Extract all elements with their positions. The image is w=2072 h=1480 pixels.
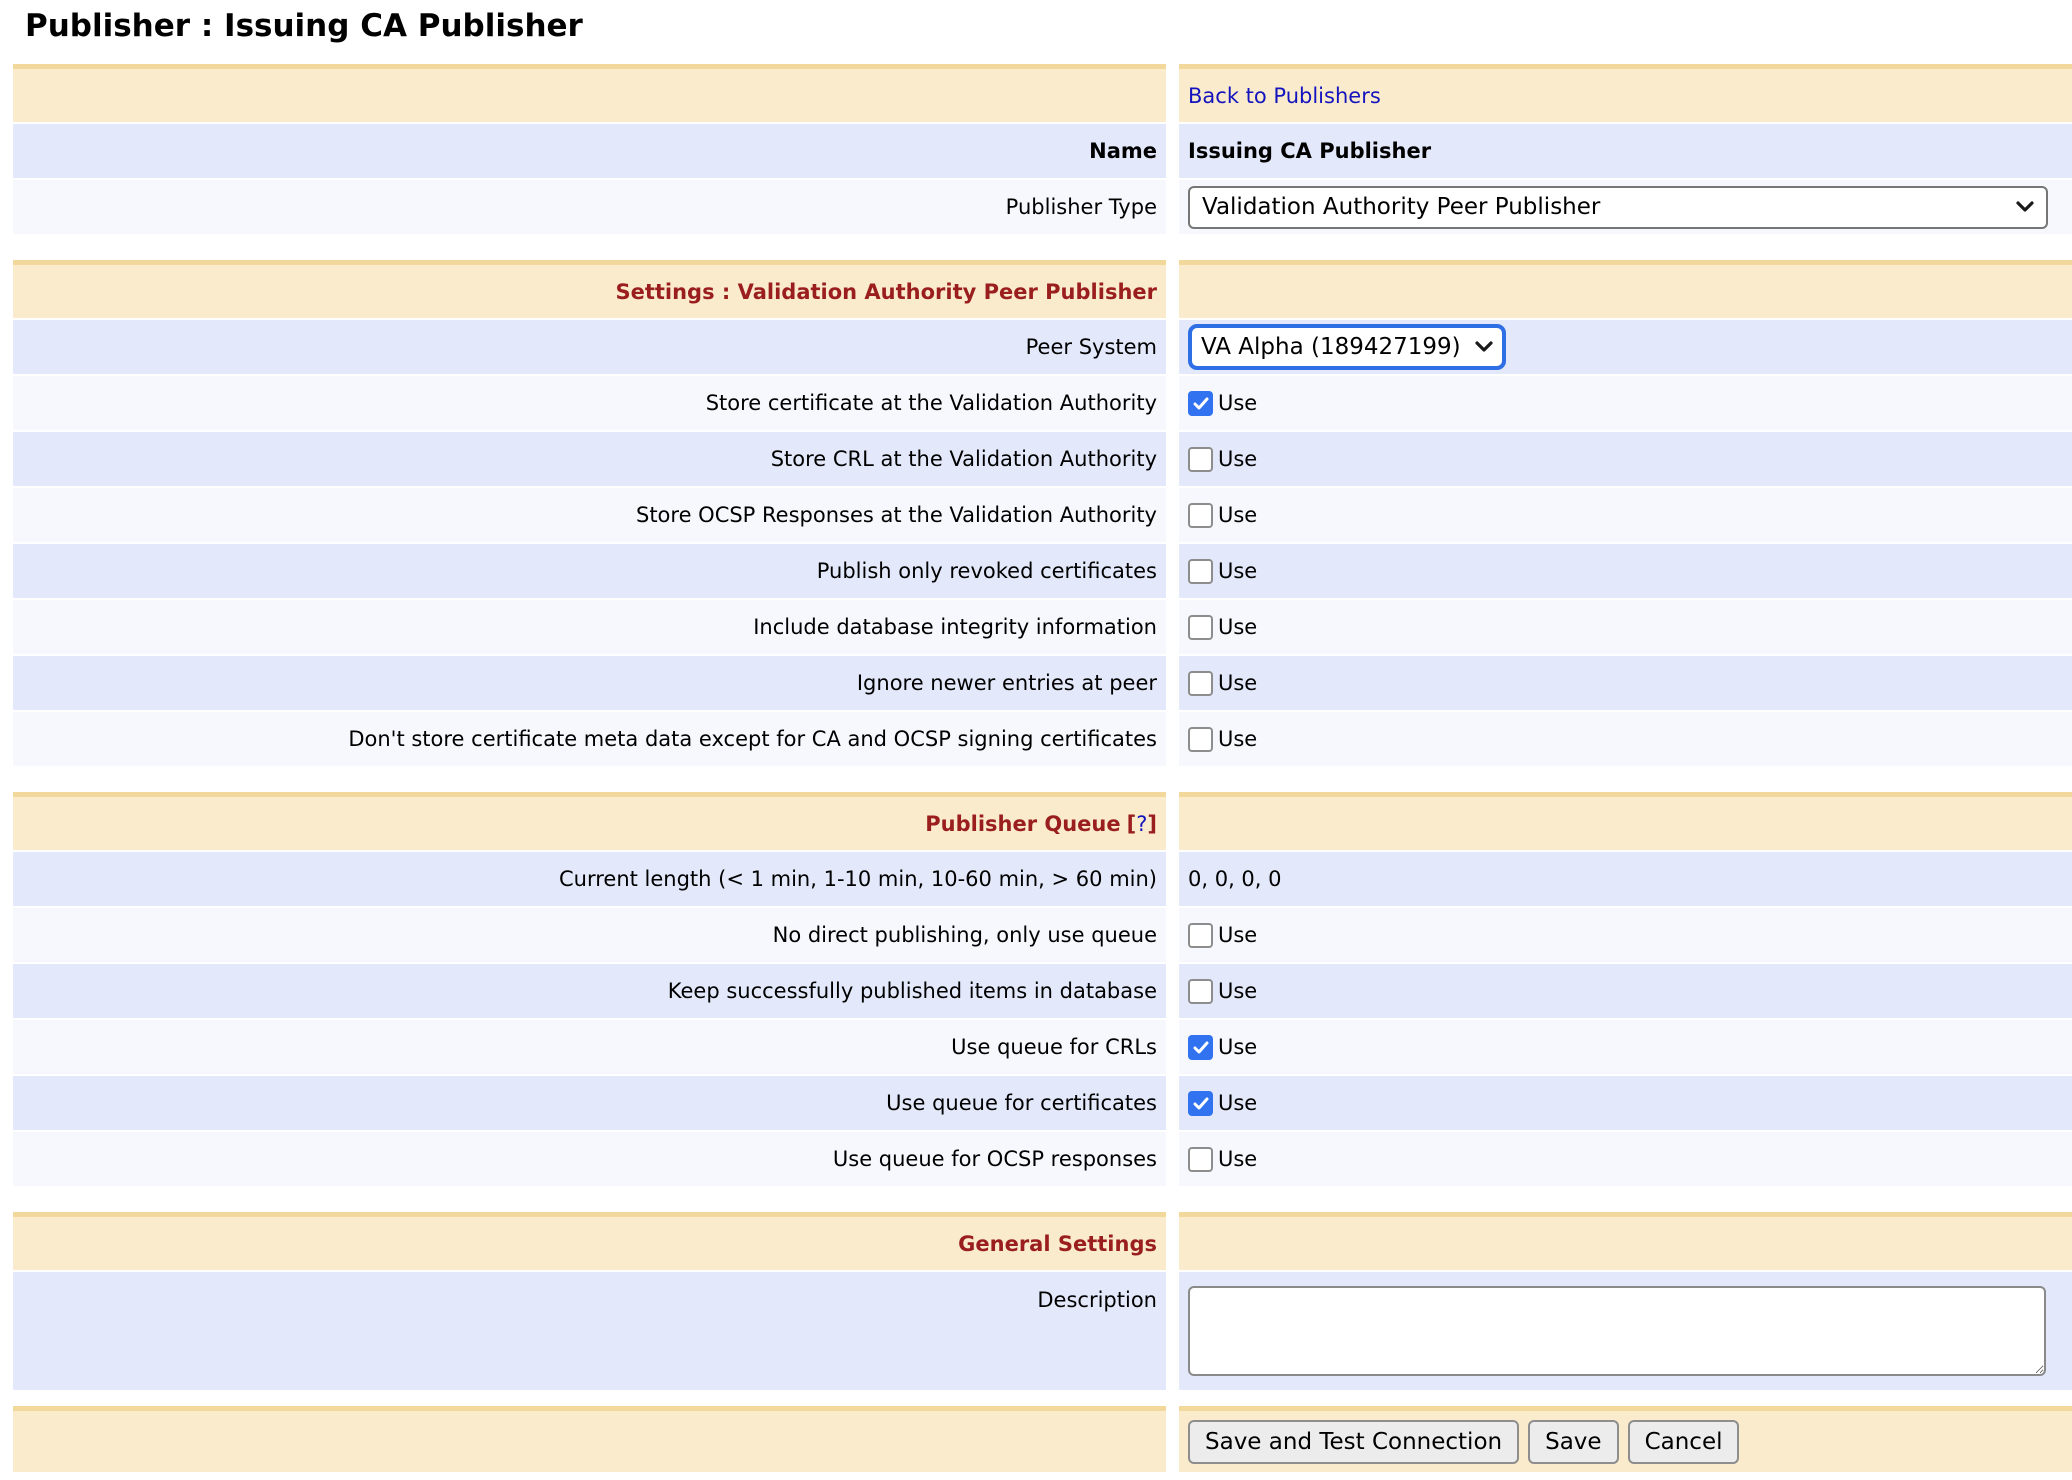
use-label: Use	[1218, 447, 1257, 471]
only-use-queue-checkbox[interactable]	[1188, 923, 1213, 948]
back-link-cell: Back to Publishers	[1179, 64, 2072, 122]
help-bracket-close: ]	[1147, 812, 1157, 836]
use-label: Use	[1218, 727, 1257, 751]
settings-section-header: Settings : Validation Authority Peer Pub…	[13, 260, 1166, 318]
dont-store-metadata-checkbox[interactable]	[1188, 727, 1213, 752]
use-label: Use	[1218, 1147, 1257, 1171]
option-cell: Use	[1179, 712, 2072, 766]
actions-spacer	[13, 1406, 1166, 1472]
queue-help-link[interactable]: ?	[1136, 812, 1147, 836]
use-label: Use	[1218, 979, 1257, 1003]
use-label: Use	[1218, 923, 1257, 947]
cancel-button[interactable]: Cancel	[1628, 1420, 1740, 1464]
option-cell: Use	[1179, 544, 2072, 598]
option-cell: Use	[1179, 964, 2072, 1018]
store-ocsp-checkbox[interactable]	[1188, 503, 1213, 528]
queue-for-crls-checkbox[interactable]	[1188, 1035, 1213, 1060]
name-value: Issuing CA Publisher	[1179, 124, 2072, 178]
option-cell: Use	[1179, 908, 2072, 962]
settings-table: Settings : Validation Authority Peer Pub…	[13, 260, 2072, 766]
publisher-type-label: Publisher Type	[13, 180, 1166, 234]
publisher-type-select[interactable]: Validation Authority Peer Publisher	[1188, 186, 2048, 229]
option-cell: Use	[1179, 1076, 2072, 1130]
description-label: Description	[13, 1272, 1166, 1390]
check-icon	[1193, 1041, 1209, 1054]
general-settings-header: General Settings	[13, 1212, 1166, 1270]
publisher-identity-table: Back to Publishers Name Issuing CA Publi…	[13, 64, 2072, 234]
store-crl-checkbox[interactable]	[1188, 447, 1213, 472]
use-label: Use	[1218, 503, 1257, 527]
description-textarea[interactable]	[1188, 1286, 2046, 1376]
peer-system-cell: VA Alpha (189427199)	[1179, 320, 2072, 374]
option-label: Store certificate at the Validation Auth…	[13, 376, 1166, 430]
chevron-down-icon	[1475, 341, 1493, 353]
option-label: Use queue for OCSP responses	[13, 1132, 1166, 1186]
actions-cell: Save and Test Connection Save Cancel	[1179, 1406, 2072, 1472]
option-label: Use queue for CRLs	[13, 1020, 1166, 1074]
publisher-queue-table: Publisher Queue [?] Current length (< 1 m…	[13, 792, 2072, 1186]
name-label: Name	[13, 124, 1166, 178]
db-integrity-checkbox[interactable]	[1188, 615, 1213, 640]
use-label: Use	[1218, 615, 1257, 639]
actions-table: Save and Test Connection Save Cancel	[13, 1406, 2072, 1472]
option-label: Use queue for certificates	[13, 1076, 1166, 1130]
general-settings-header-spacer	[1179, 1212, 2072, 1270]
use-label: Use	[1218, 559, 1257, 583]
settings-header-spacer	[1179, 260, 2072, 318]
keep-published-items-checkbox[interactable]	[1188, 979, 1213, 1004]
option-cell: Use	[1179, 600, 2072, 654]
save-button[interactable]: Save	[1528, 1420, 1618, 1464]
queue-header-text: Publisher Queue	[925, 812, 1120, 836]
option-cell: Use	[1179, 1020, 2072, 1074]
header-spacer	[13, 64, 1166, 122]
page-title: Publisher : Issuing CA Publisher	[25, 8, 2072, 44]
current-length-value: 0, 0, 0, 0	[1179, 852, 2072, 906]
queue-section-header: Publisher Queue [?]	[13, 792, 1166, 850]
use-label: Use	[1218, 391, 1257, 415]
store-certificate-checkbox[interactable]	[1188, 391, 1213, 416]
queue-for-certificates-checkbox[interactable]	[1188, 1091, 1213, 1116]
use-label: Use	[1218, 1091, 1257, 1115]
save-and-test-connection-button[interactable]: Save and Test Connection	[1188, 1420, 1519, 1464]
option-label: Store CRL at the Validation Authority	[13, 432, 1166, 486]
chevron-down-icon	[2016, 201, 2034, 213]
check-icon	[1193, 1097, 1209, 1110]
current-length-label: Current length (< 1 min, 1-10 min, 10-60…	[13, 852, 1166, 906]
use-label: Use	[1218, 671, 1257, 695]
description-cell	[1179, 1272, 2072, 1390]
option-cell: Use	[1179, 656, 2072, 710]
option-cell: Use	[1179, 432, 2072, 486]
option-label: Keep successfully published items in dat…	[13, 964, 1166, 1018]
queue-header-spacer	[1179, 792, 2072, 850]
use-label: Use	[1218, 1035, 1257, 1059]
option-label: Publish only revoked certificates	[13, 544, 1166, 598]
help-bracket-open: [	[1127, 812, 1137, 836]
option-cell: Use	[1179, 488, 2072, 542]
option-cell: Use	[1179, 376, 2072, 430]
option-cell: Use	[1179, 1132, 2072, 1186]
peer-system-select[interactable]: VA Alpha (189427199)	[1188, 324, 1506, 370]
peer-system-selected-value: VA Alpha (189427199)	[1201, 334, 1461, 360]
option-label: Include database integrity information	[13, 600, 1166, 654]
option-label: No direct publishing, only use queue	[13, 908, 1166, 962]
option-label: Ignore newer entries at peer	[13, 656, 1166, 710]
queue-for-ocsp-checkbox[interactable]	[1188, 1147, 1213, 1172]
back-to-publishers-link[interactable]: Back to Publishers	[1188, 84, 1381, 108]
option-label: Don't store certificate meta data except…	[13, 712, 1166, 766]
peer-system-label: Peer System	[13, 320, 1166, 374]
general-settings-table: General Settings Description	[13, 1212, 2072, 1390]
publisher-type-cell: Validation Authority Peer Publisher	[1179, 180, 2072, 234]
option-label: Store OCSP Responses at the Validation A…	[13, 488, 1166, 542]
publisher-type-selected-value: Validation Authority Peer Publisher	[1202, 194, 1600, 220]
publish-only-revoked-checkbox[interactable]	[1188, 559, 1213, 584]
ignore-newer-entries-checkbox[interactable]	[1188, 671, 1213, 696]
check-icon	[1193, 397, 1209, 410]
